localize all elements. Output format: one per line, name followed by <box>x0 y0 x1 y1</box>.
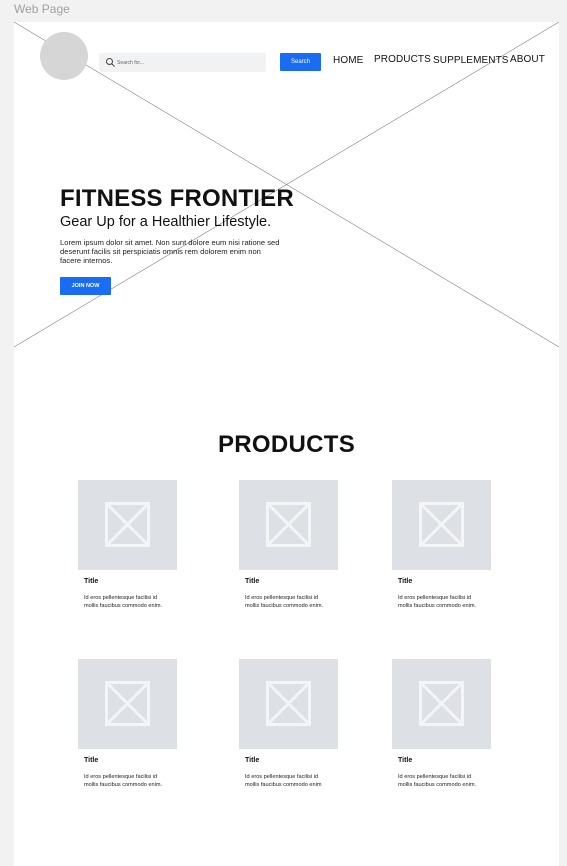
image-placeholder-icon <box>105 681 150 726</box>
product-description: Id eros pellentesque facilisi id mollis … <box>245 595 324 610</box>
product-card[interactable]: Title Id eros pellentesque facilisi id m… <box>392 480 491 609</box>
hero-description: Lorem ipsum dolor sit amet. Non sunt dol… <box>60 238 280 265</box>
product-title: Title <box>398 757 413 764</box>
search-box <box>99 53 266 72</box>
logo-placeholder[interactable] <box>40 32 88 80</box>
product-title: Title <box>245 578 260 585</box>
product-description: Id eros pellentesque facilisi id mollis … <box>245 774 322 789</box>
product-description: Id eros pellentesque facilisi id mollis … <box>398 774 477 789</box>
image-placeholder-icon <box>419 502 464 547</box>
product-image-placeholder <box>78 480 177 570</box>
product-image-placeholder <box>392 480 491 570</box>
nav-products[interactable]: PRODUCTS <box>374 54 431 65</box>
products-heading: PRODUCTS <box>217 431 356 458</box>
hero-section: Search HOME PRODUCTS SUPPLEMENTS ABOUT F… <box>14 22 559 347</box>
product-description: Id eros pellentesque facilisi id mollis … <box>398 595 477 610</box>
nav-home[interactable]: HOME <box>333 55 363 66</box>
image-placeholder-icon <box>419 681 464 726</box>
web-page: Search HOME PRODUCTS SUPPLEMENTS ABOUT F… <box>14 22 559 866</box>
product-card[interactable]: Title Id eros pellentesque facilisi id m… <box>392 659 491 788</box>
product-title: Title <box>84 578 99 585</box>
frame-label: Web Page <box>14 2 70 16</box>
product-card[interactable]: Title Id eros pellentesque facilisi id m… <box>78 659 177 788</box>
nav-about[interactable]: ABOUT <box>510 54 545 65</box>
image-placeholder-icon <box>105 502 150 547</box>
hero-subtitle: Gear Up for a Healthier Lifestyle. <box>60 214 272 230</box>
product-description: Id eros pellentesque facilisi id mollis … <box>84 595 163 610</box>
product-description: Id eros pellentesque facilisi id mollis … <box>84 774 163 789</box>
product-title: Title <box>84 757 99 764</box>
product-card[interactable]: Title Id eros pellentesque facilisi id m… <box>239 480 338 609</box>
hero-title: FITNESS FRONTIER <box>60 185 294 212</box>
image-placeholder-icon <box>266 502 311 547</box>
product-image-placeholder <box>239 659 338 749</box>
search-icon <box>106 58 115 67</box>
join-now-button[interactable]: JOIN NOW <box>60 277 111 295</box>
product-title: Title <box>245 757 260 764</box>
nav-supplements[interactable]: SUPPLEMENTS <box>433 55 509 66</box>
image-placeholder-icon <box>266 681 311 726</box>
product-card[interactable]: Title Id eros pellentesque facilisi id m… <box>239 659 338 788</box>
product-image-placeholder <box>392 659 491 749</box>
product-image-placeholder <box>78 659 177 749</box>
product-title: Title <box>398 578 413 585</box>
search-button[interactable]: Search <box>280 53 321 71</box>
product-card[interactable]: Title Id eros pellentesque facilisi id m… <box>78 480 177 609</box>
product-image-placeholder <box>239 480 338 570</box>
search-input[interactable] <box>117 53 257 72</box>
